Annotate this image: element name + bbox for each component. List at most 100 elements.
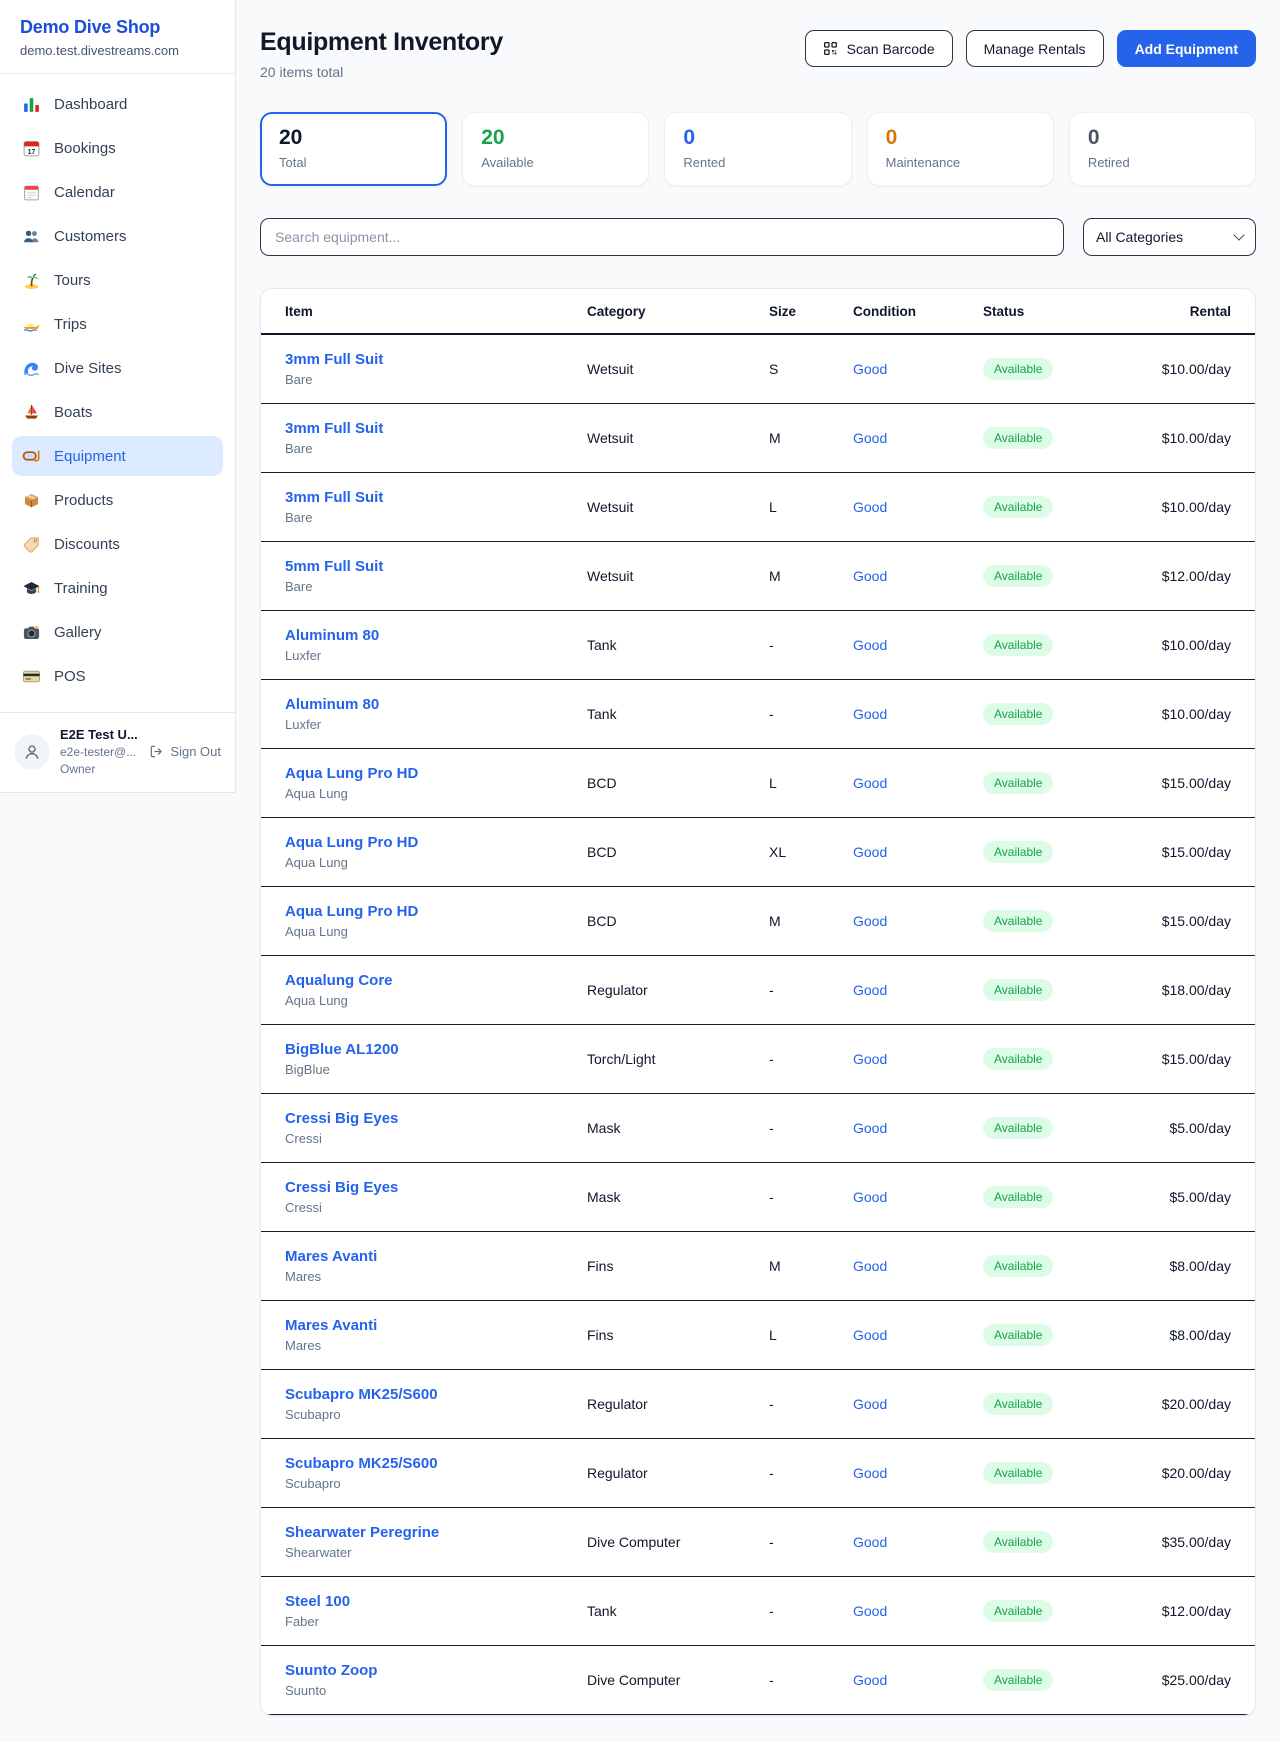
- manage-rentals-button[interactable]: Manage Rentals: [966, 30, 1104, 67]
- item-name-link[interactable]: 3mm Full Suit: [285, 420, 587, 437]
- item-category: Torch/Light: [587, 1051, 769, 1067]
- status-badge: Available: [983, 634, 1053, 656]
- item-rental-price: $10.00/day: [1157, 430, 1255, 446]
- item-size: -: [769, 1120, 853, 1136]
- stat-card-retired[interactable]: 0 Retired: [1069, 112, 1256, 186]
- item-condition-link[interactable]: Good: [853, 1465, 983, 1481]
- item-condition-link[interactable]: Good: [853, 1672, 983, 1688]
- item-name-link[interactable]: Shearwater Peregrine: [285, 1524, 587, 1541]
- sidebar-item-dashboard[interactable]: Dashboard: [12, 84, 223, 124]
- sidebar-item-discounts[interactable]: Discounts: [12, 524, 223, 564]
- search-input[interactable]: [260, 218, 1064, 256]
- item-condition-link[interactable]: Good: [853, 1534, 983, 1550]
- item-category: Wetsuit: [587, 430, 769, 446]
- item-name-link[interactable]: Cressi Big Eyes: [285, 1110, 587, 1127]
- sidebar-item-customers[interactable]: Customers: [12, 216, 223, 256]
- item-condition-link[interactable]: Good: [853, 637, 983, 653]
- sidebar-item-gallery[interactable]: Gallery: [12, 612, 223, 652]
- stat-card-rented[interactable]: 0 Rented: [664, 112, 851, 186]
- item-category: Dive Computer: [587, 1534, 769, 1550]
- svg-text:17: 17: [28, 148, 36, 155]
- sidebar-item-training[interactable]: Training: [12, 568, 223, 608]
- add-equipment-button[interactable]: Add Equipment: [1117, 30, 1256, 67]
- item-name-link[interactable]: Aqua Lung Pro HD: [285, 765, 587, 782]
- item-condition-link[interactable]: Good: [853, 1120, 983, 1136]
- item-condition-link[interactable]: Good: [853, 1258, 983, 1274]
- table-row-cressi-big-eyes: Cressi Big Eyes Cressi Mask - Good Avail…: [261, 1163, 1255, 1232]
- sidebar-item-label: Customers: [54, 228, 127, 245]
- item-name-link[interactable]: Aluminum 80: [285, 696, 587, 713]
- sidebar-item-boats[interactable]: Boats: [12, 392, 223, 432]
- item-size: L: [769, 499, 853, 515]
- category-select[interactable]: All Categories: [1083, 218, 1256, 256]
- sidebar-item-tours[interactable]: Tours: [12, 260, 223, 300]
- item-condition-link[interactable]: Good: [853, 568, 983, 584]
- item-condition-link[interactable]: Good: [853, 706, 983, 722]
- sidebar-item-label: Dive Sites: [54, 360, 122, 377]
- stat-card-total[interactable]: 20 Total: [260, 112, 447, 186]
- item-name-link[interactable]: Scubapro MK25/S600: [285, 1386, 587, 1403]
- item-name-link[interactable]: Aqualung Core: [285, 972, 587, 989]
- item-rental-price: $15.00/day: [1157, 1051, 1255, 1067]
- calendar-icon: [22, 183, 41, 202]
- item-rental-price: $25.00/day: [1157, 1672, 1255, 1688]
- table-row-shearwater-peregrine: Shearwater Peregrine Shearwater Dive Com…: [261, 1508, 1255, 1577]
- item-name-link[interactable]: Aluminum 80: [285, 627, 587, 644]
- item-condition-link[interactable]: Good: [853, 1051, 983, 1067]
- stat-card-available[interactable]: 20 Available: [462, 112, 649, 186]
- filter-bar: All Categories: [260, 218, 1256, 256]
- item-name-link[interactable]: BigBlue AL1200: [285, 1041, 587, 1058]
- item-name-link[interactable]: 3mm Full Suit: [285, 351, 587, 368]
- item-rental-price: $10.00/day: [1157, 361, 1255, 377]
- item-size: -: [769, 1189, 853, 1205]
- item-name-link[interactable]: Cressi Big Eyes: [285, 1179, 587, 1196]
- item-condition-link[interactable]: Good: [853, 913, 983, 929]
- sidebar-item-dive-sites[interactable]: Dive Sites: [12, 348, 223, 388]
- sidebar-item-products[interactable]: Products: [12, 480, 223, 520]
- item-size: M: [769, 568, 853, 584]
- sidebar-item-calendar[interactable]: Calendar: [12, 172, 223, 212]
- item-name-link[interactable]: Aqua Lung Pro HD: [285, 834, 587, 851]
- stat-card-maintenance[interactable]: 0 Maintenance: [867, 112, 1054, 186]
- item-name-link[interactable]: 3mm Full Suit: [285, 489, 587, 506]
- sidebar-item-equipment[interactable]: Equipment: [12, 436, 223, 476]
- item-condition-link[interactable]: Good: [853, 982, 983, 998]
- item-name-link[interactable]: 5mm Full Suit: [285, 558, 587, 575]
- item-name-link[interactable]: Mares Avanti: [285, 1248, 587, 1265]
- item-condition-link[interactable]: Good: [853, 844, 983, 860]
- item-condition-link[interactable]: Good: [853, 430, 983, 446]
- scan-barcode-button[interactable]: Scan Barcode: [805, 30, 953, 67]
- item-name-link[interactable]: Steel 100: [285, 1593, 587, 1610]
- brand-name[interactable]: Demo Dive Shop: [20, 17, 215, 38]
- item-condition-link[interactable]: Good: [853, 1189, 983, 1205]
- user-name: E2E Test U...: [60, 727, 139, 742]
- item-condition-link[interactable]: Good: [853, 1396, 983, 1412]
- item-category: Regulator: [587, 982, 769, 998]
- item-name-link[interactable]: Mares Avanti: [285, 1317, 587, 1334]
- item-name-link[interactable]: Scubapro MK25/S600: [285, 1455, 587, 1472]
- sidebar-item-trips[interactable]: Trips: [12, 304, 223, 344]
- item-name-link[interactable]: Suunto Zoop: [285, 1662, 587, 1679]
- item-category: Wetsuit: [587, 361, 769, 377]
- item-condition-link[interactable]: Good: [853, 1603, 983, 1619]
- sidebar-item-bookings[interactable]: 17 Bookings: [12, 128, 223, 168]
- item-category: Mask: [587, 1189, 769, 1205]
- signout-button[interactable]: Sign Out: [149, 744, 221, 759]
- item-name-link[interactable]: Aqua Lung Pro HD: [285, 903, 587, 920]
- item-condition-link[interactable]: Good: [853, 775, 983, 791]
- item-brand: Bare: [285, 579, 587, 594]
- equipment-table: Item Category Size Condition Status Rent…: [260, 288, 1256, 1716]
- item-condition-link[interactable]: Good: [853, 1327, 983, 1343]
- item-condition-link[interactable]: Good: [853, 499, 983, 515]
- item-condition-link[interactable]: Good: [853, 361, 983, 377]
- sidebar-card: Demo Dive Shop demo.test.divestreams.com…: [0, 0, 236, 793]
- col-item: Item: [261, 289, 587, 333]
- item-rental-price: $15.00/day: [1157, 844, 1255, 860]
- item-category: Wetsuit: [587, 499, 769, 515]
- user-email: e2e-tester@...: [60, 745, 139, 759]
- item-category: Wetsuit: [587, 568, 769, 584]
- brand-block[interactable]: Demo Dive Shop demo.test.divestreams.com: [0, 0, 235, 74]
- category-select-wrap: All Categories: [1083, 218, 1256, 256]
- sidebar-item-pos[interactable]: POS: [12, 656, 223, 696]
- sidebar-item-label: Equipment: [54, 448, 126, 465]
